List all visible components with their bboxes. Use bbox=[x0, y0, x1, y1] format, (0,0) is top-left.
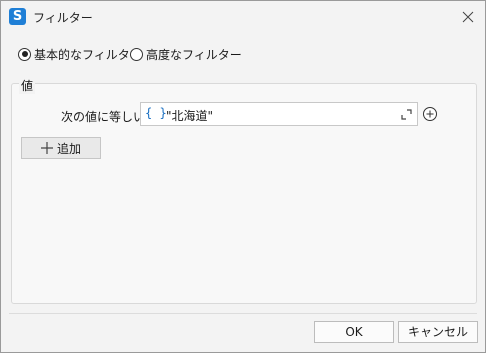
expand-icon[interactable] bbox=[401, 109, 412, 120]
radio-advanced-filter-button[interactable] bbox=[130, 47, 143, 61]
radio-basic-filter[interactable]: 基本的なフィルター bbox=[18, 46, 142, 62]
cancel-button[interactable]: キャンセル bbox=[398, 321, 478, 343]
add-button-label: 追加 bbox=[57, 141, 82, 156]
plus-circle-icon[interactable] bbox=[421, 105, 439, 123]
title-bar: S フィルター bbox=[1, 1, 485, 33]
value-group-title: 値 bbox=[19, 77, 36, 94]
plus-icon bbox=[41, 142, 53, 154]
expression-braces-icon[interactable]: { } bbox=[145, 106, 167, 120]
radio-basic-filter-label[interactable]: 基本的なフィルター bbox=[34, 46, 142, 63]
close-icon bbox=[462, 11, 474, 23]
value-text[interactable]: "北海道" bbox=[166, 107, 213, 124]
footer-divider bbox=[9, 313, 477, 314]
app-icon: S bbox=[9, 8, 26, 25]
condition-label: 次の値に等しい bbox=[61, 110, 146, 124]
close-button[interactable] bbox=[455, 4, 481, 30]
radio-basic-filter-button[interactable] bbox=[18, 47, 31, 61]
radio-advanced-filter[interactable]: 高度なフィルター bbox=[130, 46, 242, 62]
ok-button[interactable]: OK bbox=[314, 321, 394, 343]
add-button[interactable]: 追加 bbox=[21, 137, 101, 159]
radio-advanced-filter-label[interactable]: 高度なフィルター bbox=[146, 46, 242, 63]
filter-dialog: S フィルター 基本的なフィルター 高度なフィルター 値 次の値に等しい { }… bbox=[0, 0, 486, 353]
window-title: フィルター bbox=[33, 11, 93, 25]
value-input[interactable]: { } "北海道" bbox=[140, 102, 418, 126]
dialog-content: 基本的なフィルター 高度なフィルター 値 次の値に等しい { } "北海道" 追… bbox=[1, 33, 485, 352]
